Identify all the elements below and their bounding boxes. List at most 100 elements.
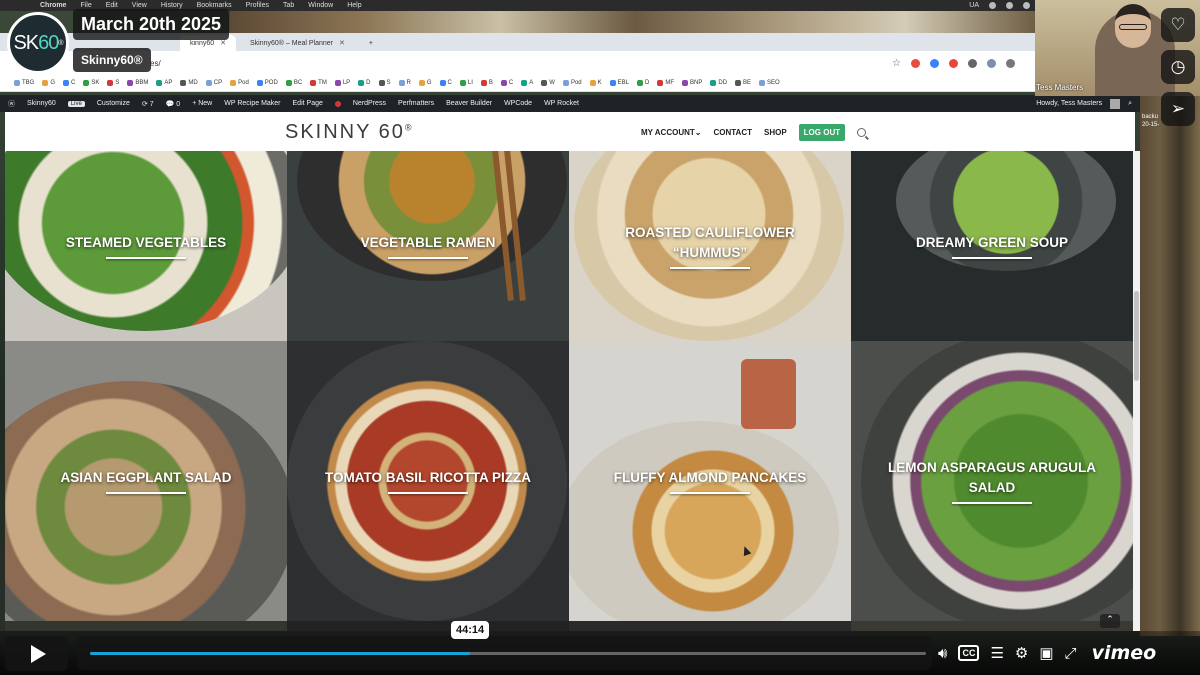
recipe-card-asian-eggplant-salad[interactable]: ASIAN EGGPLANT SALAD — [5, 341, 287, 621]
bookmark-item[interactable]: C — [439, 80, 452, 86]
bookmark-star-icon[interactable]: ☆ — [892, 58, 901, 69]
settings-gear-icon[interactable]: ⚙ — [1015, 644, 1028, 662]
bookmark-item[interactable]: LI — [459, 80, 473, 86]
control-center-icon[interactable] — [1023, 2, 1030, 9]
bookmark-item[interactable]: DD — [710, 80, 727, 86]
page-scrollbar[interactable] — [1133, 151, 1140, 631]
captions-button[interactable]: CC — [958, 645, 980, 661]
admin-account[interactable]: Howdy, Tess Masters ⌕ — [1036, 98, 1140, 109]
bookmark-item[interactable]: K — [589, 80, 602, 86]
extension-icon[interactable] — [930, 58, 939, 68]
bookmark-item[interactable]: MF — [657, 80, 674, 86]
volume-icon[interactable]: 🔊︎ — [938, 645, 947, 662]
bookmark-item[interactable]: POD — [256, 80, 278, 86]
mac-menu-help[interactable]: Help — [347, 2, 361, 9]
bookmark-item[interactable]: SK — [83, 80, 99, 86]
bookmark-item[interactable]: BC — [285, 80, 302, 86]
bookmark-item[interactable]: Pod — [230, 80, 249, 86]
bookmark-item[interactable]: EBL — [609, 80, 629, 86]
recipe-card-partial[interactable] — [851, 621, 1133, 631]
bookmark-item[interactable]: G — [418, 80, 432, 86]
extensions-icon[interactable] — [968, 58, 977, 68]
picture-in-picture-icon[interactable]: ▣ — [1039, 644, 1053, 662]
mac-menu-bookmarks[interactable]: Bookmarks — [197, 2, 232, 9]
recipe-card-vegetable-ramen[interactable]: VEGETABLE RAMEN — [287, 151, 569, 341]
admin-search-icon[interactable]: ⌕ — [1128, 100, 1132, 108]
admin-new[interactable]: + New — [192, 100, 212, 107]
browser-menu-icon[interactable] — [1006, 58, 1015, 68]
recipe-title[interactable]: FLUFFY ALMOND PANCAKES — [600, 468, 821, 494]
vimeo-logo[interactable]: vimeo — [1092, 642, 1157, 664]
like-heart-icon[interactable]: ♡ — [1161, 8, 1195, 42]
recipe-card-partial[interactable] — [569, 621, 851, 631]
bookmark-item[interactable]: Pod — [562, 80, 582, 86]
mac-menu-window[interactable]: Window — [308, 2, 333, 9]
bookmark-item[interactable]: D — [358, 80, 371, 86]
recipe-card-partial[interactable] — [287, 621, 569, 631]
new-tab-button[interactable]: + — [359, 35, 383, 51]
nav-my-account[interactable]: MY ACCOUNT⌄ — [641, 128, 701, 137]
site-logo[interactable]: SKINNY 60® — [285, 121, 414, 144]
recipe-card-fluffy-almond-pancakes[interactable]: FLUFFY ALMOND PANCAKES — [569, 341, 851, 621]
bookmark-item[interactable]: CP — [205, 80, 222, 86]
bookmark-item[interactable]: B — [480, 80, 493, 86]
recipe-title[interactable]: ROASTED CAULIFLOWER “HUMMUS” — [605, 223, 815, 268]
close-tab-icon[interactable]: ✕ — [220, 39, 226, 47]
browser-tab-meal-planner[interactable]: Skinny60® – Meal Planner ✕ — [240, 35, 355, 51]
bookmark-item[interactable]: TBG — [14, 80, 34, 86]
recipe-card-steamed-vegetables[interactable]: STEAMED VEGETABLES — [5, 151, 287, 341]
recipe-card-roasted-cauliflower-hummus[interactable]: ROASTED CAULIFLOWER “HUMMUS” — [569, 151, 851, 341]
admin-wpcode[interactable]: WPCode — [504, 100, 532, 107]
wordpress-logo-icon[interactable]: ⓦ — [8, 99, 15, 109]
bookmark-item[interactable]: AP — [156, 80, 172, 86]
bookmark-item[interactable]: BBM — [127, 80, 148, 86]
bookmark-item[interactable]: TM — [310, 80, 327, 86]
bookmark-item[interactable]: BE — [735, 80, 751, 86]
fullscreen-icon[interactable]: ⤢ — [1065, 645, 1077, 662]
recipe-card-partial[interactable] — [5, 621, 287, 631]
bookmark-item[interactable]: G — [42, 80, 55, 86]
logout-button[interactable]: LOG OUT — [798, 124, 846, 141]
mac-app-name[interactable]: Chrome — [40, 2, 66, 9]
recipe-title[interactable]: LEMON ASPARAGUS ARUGULA SALAD — [872, 458, 1112, 503]
search-icon[interactable] — [857, 128, 867, 137]
play-button[interactable] — [5, 636, 68, 671]
admin-customize[interactable]: Customize — [97, 100, 130, 107]
settings-icon[interactable] — [1006, 2, 1013, 9]
wifi-icon[interactable] — [989, 2, 996, 9]
admin-edit-page[interactable]: Edit Page — [293, 100, 323, 107]
recipe-card-tomato-basil-ricotta-pizza[interactable]: TOMATO BASIL RICOTTA PIZZA — [287, 341, 569, 621]
nav-contact[interactable]: CONTACT — [713, 128, 752, 137]
admin-beaver-builder[interactable]: Beaver Builder — [446, 100, 492, 107]
mac-menu-view[interactable]: View — [132, 2, 147, 9]
share-paper-plane-icon[interactable]: ➢ — [1161, 92, 1195, 126]
pinterest-icon[interactable] — [949, 58, 958, 68]
progress-rail[interactable] — [90, 652, 926, 655]
progress-track[interactable] — [77, 636, 932, 670]
bookmark-item[interactable]: C — [63, 80, 75, 86]
bookmark-item[interactable]: S — [378, 80, 391, 86]
mac-menu-edit[interactable]: Edit — [106, 2, 118, 9]
admin-wp-rocket[interactable]: WP Rocket — [544, 100, 579, 107]
admin-wp-recipe-maker[interactable]: WP Recipe Maker — [224, 100, 280, 107]
url-field[interactable]: es/ — [150, 59, 161, 68]
recipe-title[interactable]: TOMATO BASIL RICOTTA PIZZA — [311, 468, 545, 494]
admin-updates[interactable]: ⟳ 7 — [142, 100, 154, 108]
bookmark-item[interactable]: W — [541, 80, 555, 86]
admin-nerdpress[interactable]: NerdPress — [353, 100, 386, 107]
bookmark-item[interactable]: MD — [180, 80, 198, 86]
profile-avatar[interactable] — [987, 58, 996, 68]
extension-icon[interactable] — [911, 58, 920, 68]
mac-menu-profiles[interactable]: Profiles — [246, 2, 269, 9]
mac-menu-history[interactable]: History — [161, 2, 183, 9]
bookmark-item[interactable]: A — [521, 80, 533, 86]
nav-shop[interactable]: SHOP — [764, 128, 787, 137]
admin-site-name[interactable]: Skinny60 — [27, 100, 56, 107]
admin-comments[interactable]: 💬 0 — [166, 100, 181, 108]
recipe-title[interactable]: VEGETABLE RAMEN — [347, 233, 510, 259]
bookmark-item[interactable]: BNP — [682, 80, 702, 86]
bookmark-item[interactable]: D — [637, 80, 649, 86]
recipe-title[interactable]: DREAMY GREEN SOUP — [902, 233, 1082, 259]
recipe-card-dreamy-green-soup[interactable]: DREAMY GREEN SOUP — [851, 151, 1133, 341]
bookmark-item[interactable]: R — [398, 80, 411, 86]
